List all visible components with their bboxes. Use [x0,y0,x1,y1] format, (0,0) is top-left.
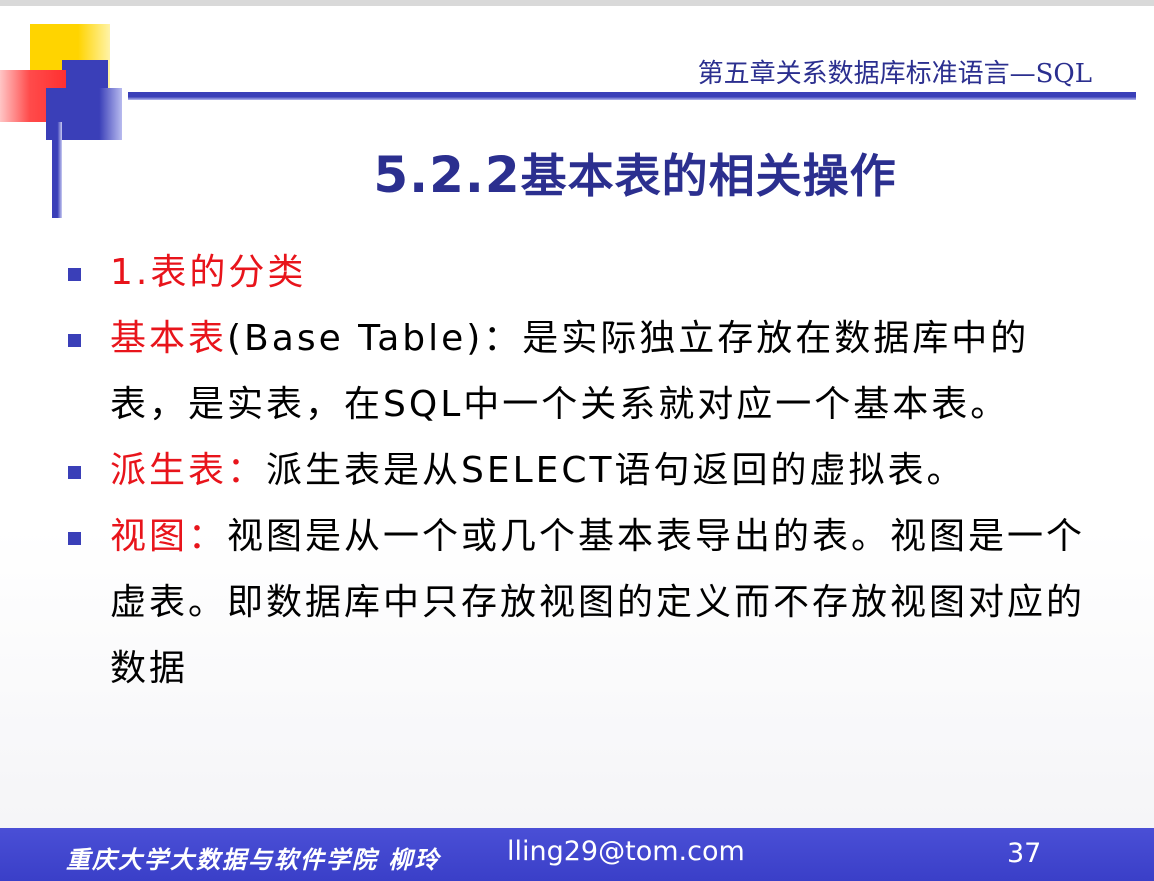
section-title: 基本表的相关操作 [520,149,897,203]
chapter-header: 第五章关系数据库标准语言—SQL [697,59,1092,89]
bullet-list: 1.表的分类 基本表(Base Table)：是实际独立存放在数据库中的表，是实… [64,240,1104,702]
footer-bar: 重庆大学大数据与软件学院 柳玲 lling29@tom.com 37 [0,828,1154,881]
page-number: 37 [1007,838,1042,869]
footer-organization: 重庆大学大数据与软件学院 柳玲 [66,845,441,874]
bullet-body: 视图是从一个或几个基本表导出的表。视图是一个虚表。即数据库中只存放视图的定义而不… [110,516,1086,689]
bullet-term: 派生表： [110,450,267,491]
decor-horizontal-rule [128,92,1136,100]
slide-title: 5.2.2基本表的相关操作 [0,140,1154,206]
bullet-term: 1.表的分类 [110,252,307,293]
bullet-body: 派生表是从SELECT语句返回的虚拟表。 [266,450,966,491]
bullet-term: 基本表 [110,318,228,359]
bullet-body: (Base Table)：是实际独立存放在数据库中的表，是实表，在SQL中一个关… [110,318,1030,425]
bullet-term: 视图： [110,516,228,557]
bullet-item: 派生表：派生表是从SELECT语句返回的虚拟表。 [64,438,1104,504]
bullet-square-icon [68,532,81,545]
footer-email: lling29@tom.com [507,836,745,867]
bullet-item: 基本表(Base Table)：是实际独立存放在数据库中的表，是实表，在SQL中… [64,306,1104,438]
bullet-item: 1.表的分类 [64,240,1104,306]
bullet-square-icon [68,334,81,347]
bullet-square-icon [68,466,81,479]
section-number: 5.2.2 [373,146,521,204]
bullet-item: 视图：视图是从一个或几个基本表导出的表。视图是一个虚表。即数据库中只存放视图的定… [64,504,1104,702]
top-edge [0,0,1154,6]
bullet-square-icon [68,268,81,281]
